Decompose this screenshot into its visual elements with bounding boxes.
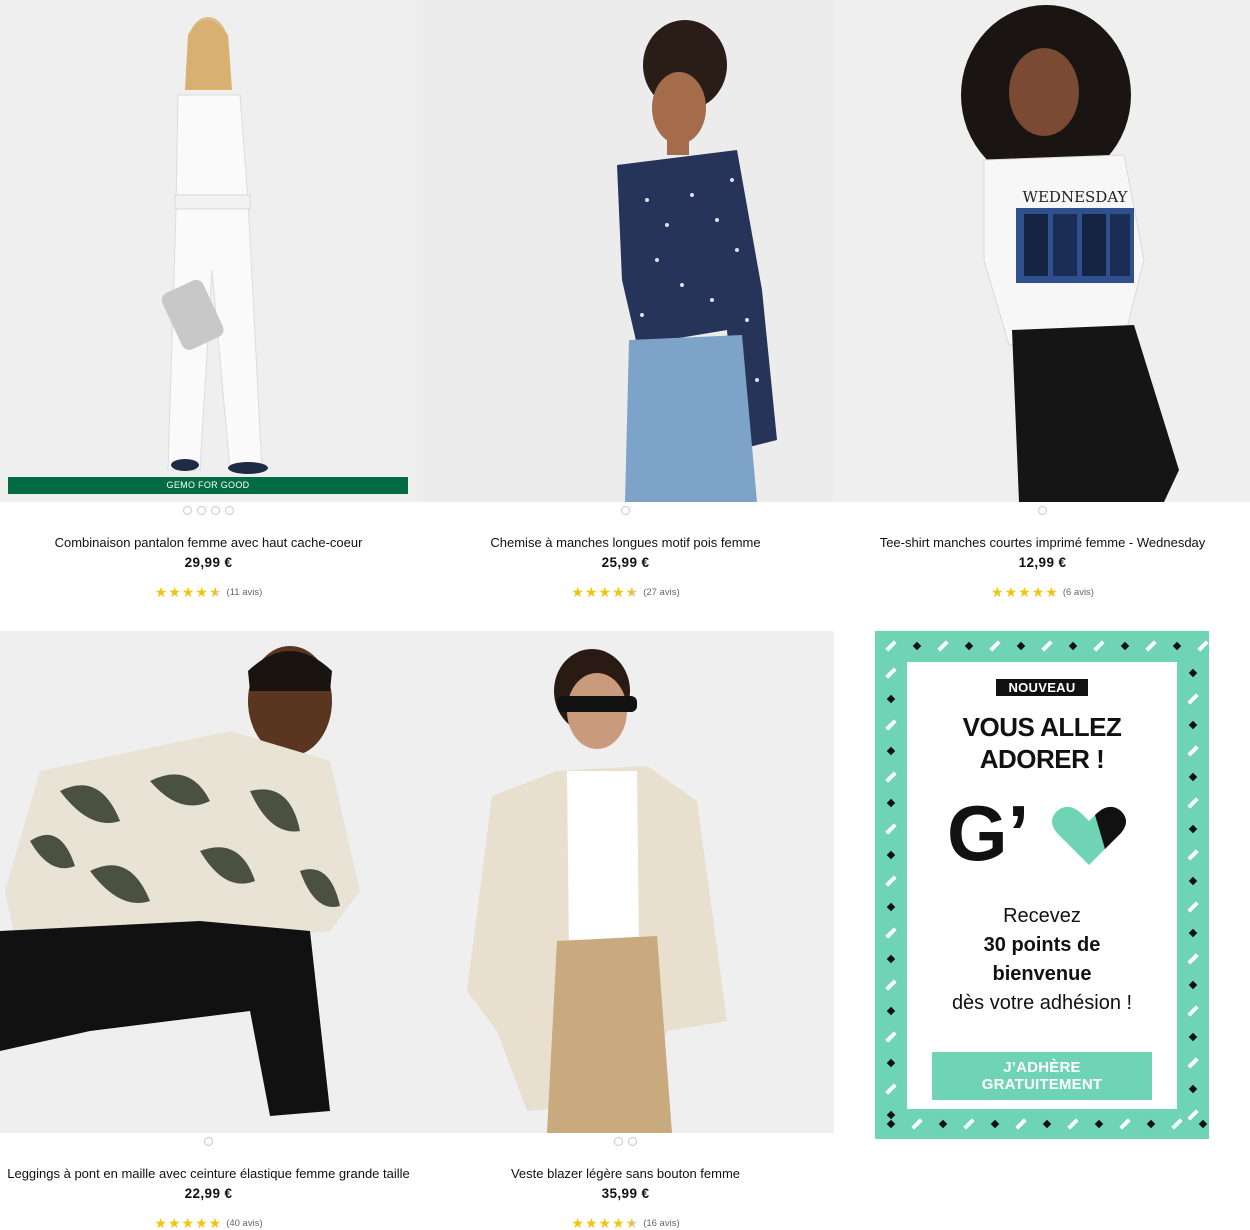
- product-image[interactable]: GEMO FOR GOOD: [0, 0, 417, 502]
- promo-text-line-2: 30 points de: [983, 934, 1101, 956]
- carousel-dot[interactable]: [211, 505, 220, 515]
- image-carousel-dots[interactable]: [417, 1134, 834, 1148]
- carousel-dot[interactable]: [621, 505, 630, 515]
- promo-content: NOUVEAU VOUS ALLEZ ADORER ! G’ Recevez 3…: [907, 662, 1177, 1109]
- star-icon: ★: [1018, 584, 1031, 600]
- product-title[interactable]: Tee-shirt manches courtes imprimé femme …: [834, 535, 1250, 551]
- star-icon: ★: [1045, 584, 1058, 600]
- star-icon: ★: [181, 1215, 195, 1230]
- product-rating[interactable]: ★ ★ ★ ★ ★ (40 avis): [0, 1216, 417, 1230]
- product-price: 25,99 €: [601, 555, 650, 570]
- half-star-icon: ★: [625, 584, 639, 600]
- carousel-dot[interactable]: [183, 505, 192, 515]
- review-count: (11 avis): [226, 586, 263, 598]
- carousel-dot[interactable]: [197, 505, 206, 515]
- promo-text-line-3: bienvenue: [992, 963, 1092, 985]
- product-rating[interactable]: ★ ★ ★ ★ ★ (6 avis): [834, 585, 1250, 599]
- star-icon: ★: [584, 1215, 598, 1230]
- carousel-dot[interactable]: [204, 1136, 213, 1146]
- product-photo-tee-shirt: WEDNESDAY: [834, 0, 1250, 502]
- star-icon: ★: [154, 1215, 167, 1230]
- carousel-dot[interactable]: [1038, 505, 1047, 515]
- image-carousel-dots[interactable]: [0, 503, 417, 517]
- star-icon: ★: [1004, 584, 1018, 600]
- new-tag: NOUVEAU: [996, 679, 1088, 696]
- star-icon: ★: [584, 584, 598, 600]
- product-card[interactable]: Chemise à manches longues motif pois fem…: [417, 0, 834, 599]
- promo-headline-line-2: ADORER !: [979, 744, 1105, 774]
- star-icon: ★: [612, 584, 625, 600]
- join-free-button[interactable]: J’ADHÈRE GRATUITEMENT: [932, 1052, 1152, 1100]
- star-icon: ★: [598, 1215, 612, 1230]
- product-price: 22,99 €: [184, 1186, 233, 1201]
- product-card[interactable]: GEMO FOR GOOD Combinaison pantalon femme…: [0, 0, 417, 599]
- image-carousel-dots[interactable]: [0, 1134, 417, 1148]
- promo-headline-line-1: VOUS ALLEZ: [962, 712, 1122, 742]
- star-icon: ★: [154, 584, 168, 600]
- promo-text-line-1: Recevez: [1003, 905, 1081, 927]
- product-photo-blazer: [417, 631, 834, 1133]
- star-icon: ★: [195, 1215, 208, 1230]
- star-icon: ★: [598, 584, 612, 600]
- review-count: (27 avis): [643, 586, 680, 598]
- product-rating[interactable]: ★ ★ ★ ★ ★ (27 avis): [417, 585, 834, 599]
- product-title[interactable]: Chemise à manches longues motif pois fem…: [417, 535, 834, 551]
- star-icon: ★: [612, 1215, 625, 1230]
- product-card[interactable]: Veste blazer légère sans bouton femme 35…: [417, 631, 834, 1230]
- product-title[interactable]: Combinaison pantalon femme avec haut cac…: [0, 535, 417, 551]
- image-carousel-dots[interactable]: [834, 503, 1250, 517]
- product-image[interactable]: WEDNESDAY: [834, 0, 1250, 502]
- carousel-dot[interactable]: [225, 505, 234, 515]
- product-rating[interactable]: ★ ★ ★ ★ ★ (11 avis): [0, 585, 417, 599]
- star-icon: ★: [181, 584, 195, 600]
- product-price: 29,99 €: [184, 555, 233, 570]
- product-card[interactable]: WEDNESDAY Tee-shirt manches courtes impr…: [834, 0, 1250, 599]
- product-title[interactable]: Veste blazer légère sans bouton femme: [417, 1166, 834, 1182]
- g-logo-text: G’: [947, 795, 1029, 867]
- product-price: 12,99 €: [1018, 555, 1067, 570]
- gemo-for-good-badge: GEMO FOR GOOD: [8, 477, 408, 494]
- carousel-dot[interactable]: [628, 1136, 637, 1146]
- review-count: (16 avis): [643, 1217, 680, 1229]
- product-card[interactable]: Leggings à pont en maille avec ceinture …: [0, 631, 417, 1230]
- review-count: (40 avis): [226, 1217, 263, 1229]
- product-photo-shirt: [417, 0, 834, 502]
- g-heart-logo: G’: [947, 789, 1126, 877]
- product-price: 35,99 €: [601, 1186, 650, 1201]
- star-icon: ★: [991, 584, 1004, 600]
- star-icon: ★: [1031, 584, 1045, 600]
- half-star-icon: ★: [208, 584, 222, 600]
- star-icon: ★: [168, 584, 181, 600]
- tee-print-text: WEDNESDAY: [1023, 188, 1129, 206]
- product-rating[interactable]: ★ ★ ★ ★ ★ (16 avis): [417, 1216, 834, 1230]
- half-star-icon: ★: [625, 1215, 639, 1230]
- product-title[interactable]: Leggings à pont en maille avec ceinture …: [0, 1166, 417, 1182]
- promo-text-line-4: dès votre adhésion !: [951, 992, 1133, 1014]
- review-count: (6 avis): [1062, 586, 1094, 598]
- product-photo-leggings: [0, 631, 417, 1133]
- product-image[interactable]: [0, 631, 417, 1133]
- loyalty-promo-banner[interactable]: NOUVEAU VOUS ALLEZ ADORER ! G’ Recevez 3…: [875, 631, 1209, 1139]
- star-icon: ★: [195, 584, 208, 600]
- star-icon: ★: [208, 1215, 222, 1230]
- star-icon: ★: [571, 1215, 584, 1230]
- product-image[interactable]: [417, 631, 834, 1133]
- star-icon: ★: [167, 1215, 181, 1230]
- star-icon: ★: [571, 584, 584, 600]
- product-photo-jumpsuit: [0, 0, 417, 502]
- image-carousel-dots[interactable]: [417, 503, 834, 517]
- promo-text: Recevez 30 points de bienvenue dès votre…: [907, 902, 1177, 1018]
- product-image[interactable]: [417, 0, 834, 502]
- carousel-dot[interactable]: [614, 1136, 623, 1146]
- promo-headline: VOUS ALLEZ ADORER !: [907, 711, 1177, 775]
